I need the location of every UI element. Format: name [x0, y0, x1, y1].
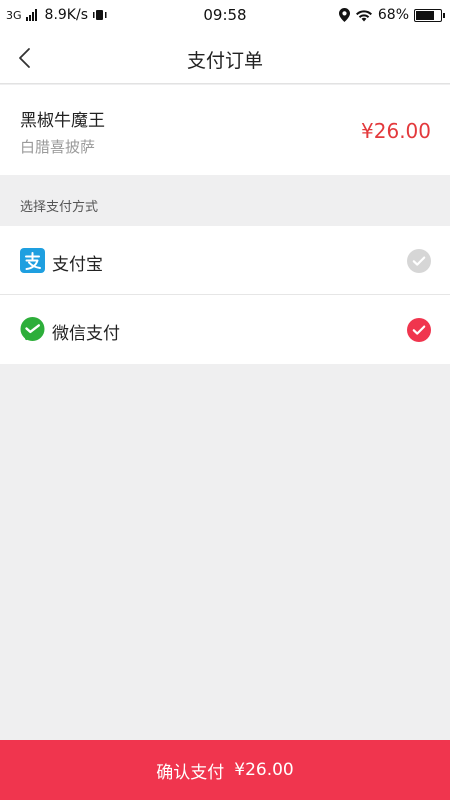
location-icon	[338, 8, 350, 22]
unchecked-icon[interactable]	[407, 249, 431, 273]
order-price: ¥26.00	[361, 119, 431, 143]
page-title: 支付订单	[186, 50, 263, 72]
order-summary: 黑椒牛魔王 白腊喜披萨 ¥26.00	[0, 85, 450, 175]
payment-method-list: 支付宝 微信支付	[0, 226, 450, 364]
payment-option-alipay[interactable]: 支付宝	[0, 226, 450, 295]
confirm-payment-button[interactable]: 确认支付 ¥26.00	[0, 740, 450, 800]
checked-icon[interactable]	[407, 318, 431, 342]
battery-percent: 68%	[377, 7, 409, 23]
confirm-payment-label: 确认支付	[156, 762, 225, 783]
wechat-pay-icon	[20, 317, 45, 341]
order-shop-name: 白腊喜披萨	[20, 138, 96, 156]
status-bar: 3G 8.9K/s 09:58 68%	[0, 0, 450, 32]
payment-option-label: 支付宝	[52, 255, 103, 275]
wifi-icon	[355, 9, 372, 21]
nav-bar: 支付订单	[0, 32, 450, 84]
status-right: 68%	[338, 7, 445, 23]
battery-icon	[414, 8, 445, 22]
order-item-name: 黑椒牛魔王	[20, 111, 105, 131]
payment-option-wechat[interactable]: 微信支付	[0, 295, 450, 364]
alipay-icon	[20, 248, 45, 273]
payment-option-label: 微信支付	[52, 324, 120, 344]
payment-section-label: 选择支付方式	[20, 200, 99, 215]
confirm-payment-amount: ¥26.00	[234, 760, 294, 780]
